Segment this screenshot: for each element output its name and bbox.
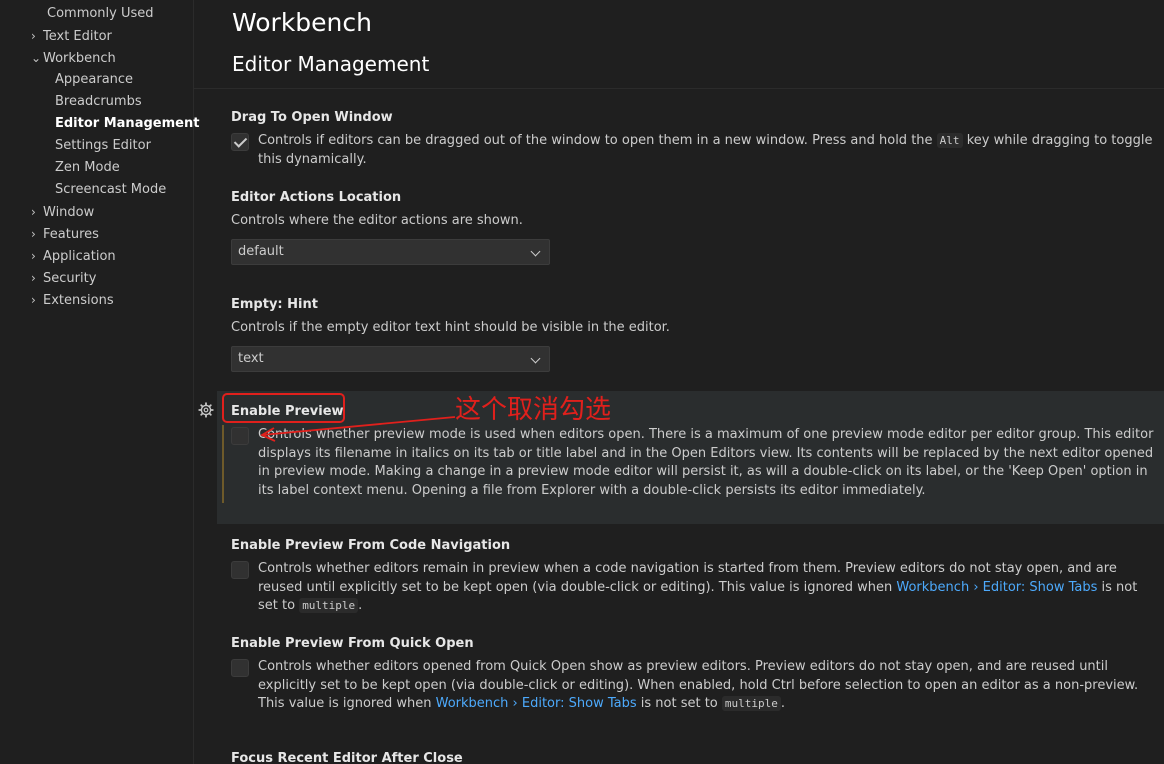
setting-editor-actions-location: Editor Actions Location Controls where t…: [231, 189, 1161, 269]
enable-preview-checkbox[interactable]: [231, 427, 249, 445]
toc-item-text-editor[interactable]: › Text Editor: [31, 25, 112, 47]
chevron-right-icon: ›: [31, 29, 36, 43]
chevron-right-icon: ›: [31, 293, 36, 307]
setting-title: Drag To Open Window: [231, 110, 393, 125]
multiple-code: multiple: [299, 598, 359, 613]
setting-category: Empty:: [231, 297, 288, 312]
toc-label: Text Editor: [43, 29, 112, 44]
toc-label: Appearance: [55, 72, 134, 87]
desc-text: .: [358, 598, 363, 613]
enable-preview-quick-open-checkbox[interactable]: [231, 659, 249, 677]
chevron-right-icon: ›: [31, 227, 36, 241]
setting-enable-preview-quick-open: Enable Preview From Quick Open Controls …: [231, 635, 1161, 725]
setting-description: Controls if the empty editor text hint s…: [231, 320, 670, 335]
toc-item-appearance[interactable]: Appearance: [55, 69, 133, 91]
select-value: text: [238, 351, 264, 366]
setting-description: Controls if editors can be dragged out o…: [258, 132, 1161, 169]
settings-header: Workbench Editor Management: [194, 0, 1164, 89]
toc-label: Security: [43, 271, 97, 286]
enable-preview-code-navigation-checkbox[interactable]: [231, 561, 249, 579]
settings-toc: Commonly Used › Text Editor ⌄ Workbench Ap…: [0, 0, 199, 764]
toc-label: Screencast Mode: [55, 182, 167, 197]
setting-description: Controls whether editors remain in previ…: [258, 560, 1161, 616]
setting-description: Controls whether preview mode is used wh…: [258, 427, 1154, 498]
setting-enable-preview: Enable Preview Controls whether preview …: [231, 403, 1161, 513]
toc-item-breadcrumbs[interactable]: Breadcrumbs: [55, 91, 142, 113]
toc-item-window[interactable]: › Window: [31, 201, 94, 223]
toc-label: Zen Mode: [55, 160, 120, 175]
toc-label: Extensions: [43, 293, 114, 308]
show-tabs-setting-link[interactable]: Workbench › Editor: Show Tabs: [436, 696, 637, 711]
toc-item-settings-editor[interactable]: Settings Editor: [55, 135, 151, 157]
setting-enable-preview-code-navigation: Enable Preview From Code Navigation Cont…: [231, 537, 1161, 613]
select-value: default: [238, 244, 284, 259]
drag-to-open-window-checkbox[interactable]: [231, 133, 249, 151]
empty-hint-select[interactable]: text: [231, 346, 550, 372]
alt-key-code: Alt: [936, 133, 963, 148]
setting-title: Empty: Hint: [231, 296, 1161, 314]
setting-description: Controls whether editors opened from Qui…: [258, 658, 1161, 714]
desc-text: .: [780, 696, 786, 711]
annotation-text: 这个取消勾选: [455, 395, 612, 425]
setting-drag-to-open-window: Drag To Open Window Controls if editors …: [231, 109, 1161, 167]
setting-focus-recent-editor: Focus Recent Editor After Close: [231, 750, 1161, 764]
chevron-down-icon: [530, 246, 541, 257]
setting-name: Hint: [287, 297, 318, 312]
toc-item-zen-mode[interactable]: Zen Mode: [55, 157, 120, 179]
modified-indicator: [222, 425, 224, 503]
toc-label: Settings Editor: [55, 138, 151, 153]
gear-icon[interactable]: [198, 402, 214, 418]
toc-item-application[interactable]: › Application: [31, 245, 116, 267]
toc-item-security[interactable]: › Security: [31, 267, 96, 289]
chevron-right-icon: ›: [31, 271, 36, 285]
setting-title: Enable Preview From Quick Open: [231, 636, 474, 651]
toc-item-workbench[interactable]: ⌄ Workbench: [31, 47, 116, 69]
desc-text: is not set to: [636, 696, 722, 711]
toc-label: Features: [43, 227, 99, 242]
chevron-right-icon: ›: [31, 249, 36, 263]
toc-item-screencast-mode[interactable]: Screencast Mode: [55, 179, 166, 201]
chevron-down-icon: ⌄: [31, 51, 42, 65]
toc-label: Workbench: [43, 51, 116, 66]
toc-item-editor-management[interactable]: Editor Management: [55, 113, 199, 135]
editor-actions-location-select[interactable]: default: [231, 239, 550, 265]
show-tabs-setting-link[interactable]: Workbench › Editor: Show Tabs: [896, 580, 1097, 595]
setting-title: Editor Actions Location: [231, 190, 402, 205]
toc-label: Breadcrumbs: [55, 94, 142, 109]
chevron-right-icon: ›: [31, 205, 36, 219]
setting-empty-hint: Empty: Hint Controls if the empty editor…: [231, 296, 1161, 376]
page-title: Workbench: [232, 8, 372, 37]
multiple-code: multiple: [721, 696, 781, 711]
desc-text: Controls if editors can be dragged out o…: [258, 133, 933, 148]
toc-label: Commonly Used: [47, 6, 154, 21]
toc-label: Editor Management: [55, 116, 200, 131]
toc-label: Window: [43, 205, 95, 220]
annotation-highlight-box: [222, 393, 345, 423]
chevron-down-icon: [530, 353, 541, 364]
setting-title: Enable Preview: [231, 404, 344, 419]
toc-item-commonly-used[interactable]: Commonly Used: [47, 3, 154, 25]
toc-item-extensions[interactable]: › Extensions: [31, 289, 114, 311]
setting-title: Enable Preview From Code Navigation: [231, 538, 511, 553]
setting-title: Focus Recent Editor After Close: [231, 751, 463, 764]
toc-item-features[interactable]: › Features: [31, 223, 99, 245]
setting-description: Controls where the editor actions are sh…: [231, 213, 523, 228]
section-title: Editor Management: [232, 52, 430, 76]
toc-label: Application: [43, 249, 116, 264]
